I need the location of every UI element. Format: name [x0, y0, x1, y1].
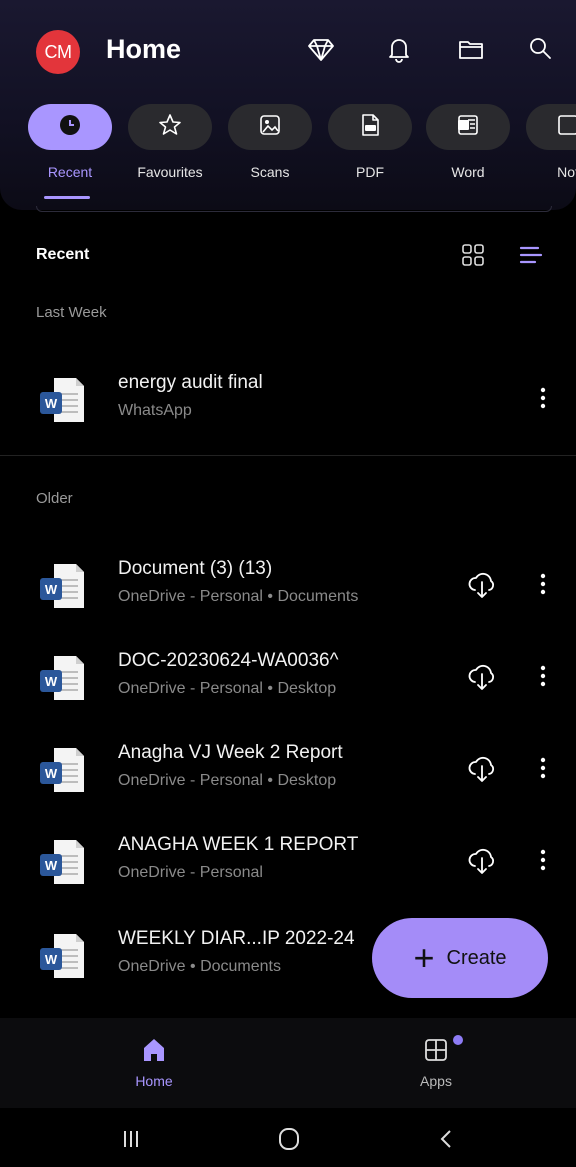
svg-text:W: W	[45, 396, 58, 411]
page-title: Home	[106, 34, 182, 64]
group-label-last-week: Last Week	[36, 304, 107, 321]
file-location: OneDrive • Documents	[118, 958, 281, 975]
active-tab-indicator	[44, 196, 90, 199]
file-name: ANAGHA WEEK 1 REPORT	[118, 834, 359, 855]
file-row[interactable]: W energy audit final WhatsApp	[0, 362, 576, 432]
file-row[interactable]: W Anagha VJ Week 2 Report OneDrive - Per…	[0, 732, 576, 802]
file-name: Document (3) (13)	[118, 558, 273, 579]
nav-home[interactable]: Home	[104, 1036, 204, 1089]
file-location: OneDrive - Personal • Desktop	[118, 680, 337, 697]
more-options-icon[interactable]	[530, 658, 556, 694]
bottom-navigation	[0, 1018, 576, 1108]
tab-label: Recent	[47, 164, 93, 180]
apps-icon	[421, 1039, 451, 1068]
file-row[interactable]: W ANAGHA WEEK 1 REPORT OneDrive - Person…	[0, 824, 576, 894]
tab-recent[interactable]: Recent	[28, 104, 112, 180]
file-location: WhatsApp	[118, 402, 192, 419]
file-row[interactable]: W Document (3) (13) OneDrive - Personal …	[0, 548, 576, 618]
tab-label: Not	[557, 164, 576, 180]
file-name: energy audit final	[118, 372, 263, 393]
file-location: OneDrive - Personal	[118, 864, 263, 881]
cloud-download-icon[interactable]	[466, 662, 498, 692]
back-icon[interactable]	[432, 1124, 462, 1154]
recent-apps-icon[interactable]	[116, 1124, 146, 1154]
cloud-download-icon[interactable]	[466, 754, 498, 784]
svg-text:W: W	[45, 952, 58, 967]
bell-icon[interactable]	[384, 34, 414, 64]
word-file-icon: W	[40, 656, 84, 700]
search-icon[interactable]	[526, 34, 556, 64]
word-file-icon: W	[40, 564, 84, 608]
pdf-icon	[357, 112, 383, 143]
file-row[interactable]: W DOC-20230624-WA0036^ OneDrive - Person…	[0, 640, 576, 710]
word-file-icon: W	[40, 748, 84, 792]
home-icon	[139, 1039, 169, 1068]
note-icon	[555, 112, 576, 143]
tab-favourites[interactable]: Favourites	[128, 104, 212, 180]
word-file-icon: W	[40, 378, 84, 422]
grid-view-icon[interactable]	[460, 242, 486, 268]
tab-scans[interactable]: Scans	[228, 104, 312, 180]
cloud-download-icon[interactable]	[466, 846, 498, 876]
premium-diamond-icon[interactable]	[306, 34, 336, 64]
notification-badge	[453, 1035, 463, 1045]
create-button[interactable]: + Create	[372, 918, 548, 998]
more-options-icon[interactable]	[530, 566, 556, 602]
plus-icon: +	[413, 937, 435, 978]
group-divider	[0, 455, 576, 456]
list-view-icon[interactable]	[518, 242, 544, 268]
tab-label: Favourites	[137, 164, 203, 180]
file-location: OneDrive - Personal • Documents	[118, 588, 359, 605]
tab-label: Scans	[250, 164, 290, 180]
nav-label: Apps	[420, 1073, 452, 1089]
more-options-icon[interactable]	[530, 842, 556, 878]
word-icon	[455, 112, 481, 143]
file-name: WEEKLY DIAR...IP 2022-24	[118, 928, 355, 949]
folder-icon[interactable]	[456, 34, 486, 64]
more-options-icon[interactable]	[530, 380, 556, 416]
image-icon	[257, 112, 283, 143]
svg-text:W: W	[45, 858, 58, 873]
tab-notes[interactable]: Not	[526, 104, 576, 180]
file-location: OneDrive - Personal • Desktop	[118, 772, 337, 789]
nav-label: Home	[135, 1073, 173, 1089]
svg-text:W: W	[45, 766, 58, 781]
svg-text:W: W	[45, 674, 58, 689]
word-file-icon: W	[40, 934, 84, 978]
create-label: Create	[446, 946, 507, 969]
tab-word[interactable]: Word	[426, 104, 510, 180]
file-name: Anagha VJ Week 2 Report	[118, 742, 343, 763]
file-name: DOC-20230624-WA0036^	[118, 650, 339, 671]
more-options-icon[interactable]	[530, 750, 556, 786]
header-edge	[36, 206, 552, 212]
section-title: Recent	[36, 246, 90, 263]
tab-label: PDF	[356, 164, 384, 180]
nav-apps[interactable]: Apps	[386, 1036, 486, 1089]
word-file-icon: W	[40, 840, 84, 884]
home-button-icon[interactable]	[274, 1124, 304, 1154]
clock-icon	[57, 112, 83, 143]
star-icon	[157, 112, 183, 143]
cloud-download-icon[interactable]	[466, 570, 498, 600]
svg-text:W: W	[45, 582, 58, 597]
tab-pdf[interactable]: PDF	[328, 104, 412, 180]
tab-label: Word	[451, 164, 485, 180]
account-avatar[interactable]: CM	[36, 30, 80, 74]
group-label-older: Older	[36, 490, 73, 507]
